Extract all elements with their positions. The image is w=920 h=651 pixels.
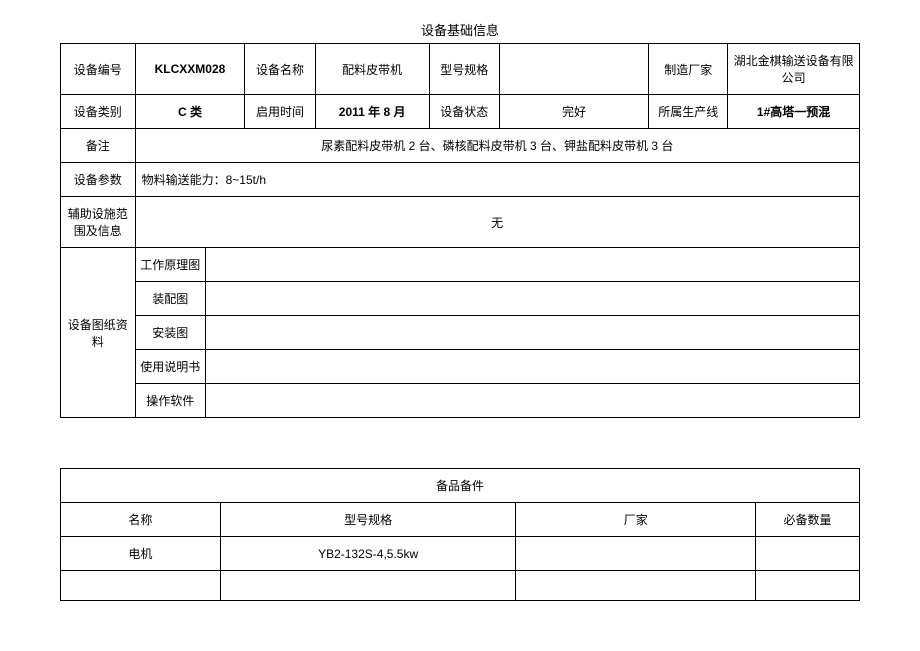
label-start-date: 启用时间 bbox=[245, 95, 315, 129]
table1-title: 设备基础信息 bbox=[60, 20, 860, 39]
table2-header-row: 名称 型号规格 厂家 必备数量 bbox=[61, 503, 860, 537]
value-remark: 尿素配料皮带机 2 台、磷核配料皮带机 3 台、钾盐配料皮带机 3 台 bbox=[135, 129, 859, 163]
label-device-no: 设备编号 bbox=[61, 44, 136, 95]
drawing-item-0: 工作原理图 bbox=[135, 248, 205, 282]
value-start-date: 2011 年 8 月 bbox=[315, 95, 429, 129]
header-vendor: 厂家 bbox=[516, 503, 756, 537]
row-drawing-4: 使用说明书 bbox=[61, 350, 860, 384]
value-line: 1#高塔一预混 bbox=[728, 95, 860, 129]
drawing-item-4: 操作软件 bbox=[135, 384, 205, 418]
row-drawing-3: 安装图 bbox=[61, 316, 860, 350]
value-mfr: 湖北金棋输送设备有限公司 bbox=[728, 44, 860, 95]
cell-model-1 bbox=[220, 571, 516, 601]
label-model: 型号规格 bbox=[429, 44, 499, 95]
drawing-item-3: 使用说明书 bbox=[135, 350, 205, 384]
cell-vendor-1 bbox=[516, 571, 756, 601]
row1: 设备编号 KLCXXM028 设备名称 配料皮带机 型号规格 制造厂家 湖北金棋… bbox=[61, 44, 860, 95]
cell-qty-0 bbox=[756, 537, 860, 571]
drawing-item-2: 安装图 bbox=[135, 316, 205, 350]
value-device-no: KLCXXM028 bbox=[135, 44, 245, 95]
cell-model-0: YB2-132S-4,5.5kw bbox=[220, 537, 516, 571]
row-params: 设备参数 物料输送能力：8~15t/h bbox=[61, 163, 860, 197]
drawing-value-4 bbox=[205, 384, 859, 418]
row-drawing-1: 设备图纸资料 工作原理图 bbox=[61, 248, 860, 282]
cell-qty-1 bbox=[756, 571, 860, 601]
cell-vendor-0 bbox=[516, 537, 756, 571]
label-remark: 备注 bbox=[61, 129, 136, 163]
cell-name-1 bbox=[61, 571, 221, 601]
drawing-value-2 bbox=[205, 316, 859, 350]
label-category: 设备类别 bbox=[61, 95, 136, 129]
table2-title: 备品备件 bbox=[61, 469, 860, 503]
label-mfr: 制造厂家 bbox=[649, 44, 728, 95]
row-drawing-2: 装配图 bbox=[61, 282, 860, 316]
value-device-name: 配料皮带机 bbox=[315, 44, 429, 95]
label-device-name: 设备名称 bbox=[245, 44, 315, 95]
table2-row-0: 电机 YB2-132S-4,5.5kw bbox=[61, 537, 860, 571]
header-qty: 必备数量 bbox=[756, 503, 860, 537]
value-params: 物料输送能力：8~15t/h bbox=[135, 163, 859, 197]
label-status: 设备状态 bbox=[429, 95, 499, 129]
table2-row-1 bbox=[61, 571, 860, 601]
value-model bbox=[499, 44, 648, 95]
header-name: 名称 bbox=[61, 503, 221, 537]
row2: 设备类别 C 类 启用时间 2011 年 8 月 设备状态 完好 所属生产线 1… bbox=[61, 95, 860, 129]
row-aux: 辅助设施范围及信息 无 bbox=[61, 197, 860, 248]
drawing-value-3 bbox=[205, 350, 859, 384]
drawing-value-0 bbox=[205, 248, 859, 282]
cell-name-0: 电机 bbox=[61, 537, 221, 571]
value-status: 完好 bbox=[499, 95, 648, 129]
drawing-item-1: 装配图 bbox=[135, 282, 205, 316]
equipment-info-table: 设备编号 KLCXXM028 设备名称 配料皮带机 型号规格 制造厂家 湖北金棋… bbox=[60, 43, 860, 418]
label-params: 设备参数 bbox=[61, 163, 136, 197]
label-line: 所属生产线 bbox=[649, 95, 728, 129]
row-drawing-5: 操作软件 bbox=[61, 384, 860, 418]
drawing-value-1 bbox=[205, 282, 859, 316]
header-model: 型号规格 bbox=[220, 503, 516, 537]
label-drawings: 设备图纸资料 bbox=[61, 248, 136, 418]
row-remark: 备注 尿素配料皮带机 2 台、磷核配料皮带机 3 台、钾盐配料皮带机 3 台 bbox=[61, 129, 860, 163]
value-aux: 无 bbox=[135, 197, 859, 248]
value-category: C 类 bbox=[135, 95, 245, 129]
label-aux: 辅助设施范围及信息 bbox=[61, 197, 136, 248]
table2-title-row: 备品备件 bbox=[61, 469, 860, 503]
spare-parts-table: 备品备件 名称 型号规格 厂家 必备数量 电机 YB2-132S-4,5.5kw bbox=[60, 468, 860, 601]
